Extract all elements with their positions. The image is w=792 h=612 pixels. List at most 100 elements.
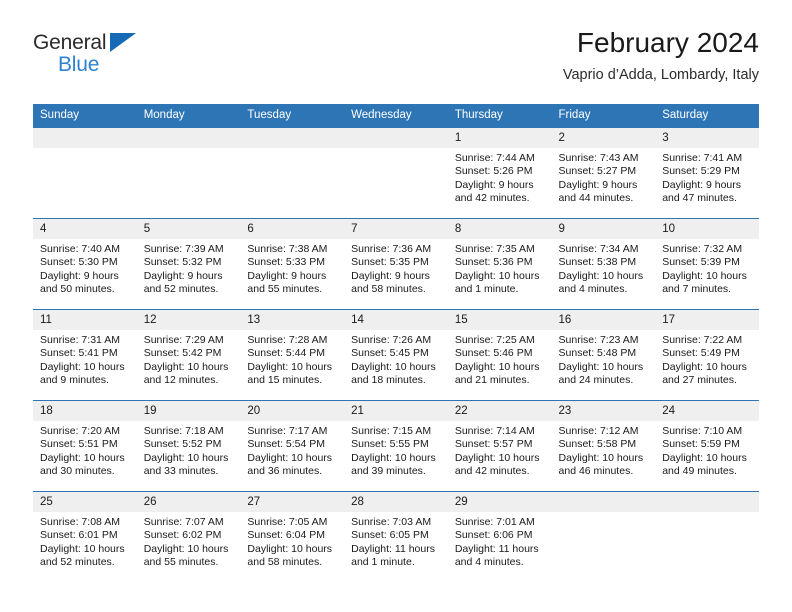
calendar-day-cell[interactable]: 1 Sunrise: 7:44 AM Sunset: 5:26 PM Daylight… — [447, 128, 552, 219]
day-daylight-line1-text: Daylight: 10 hours — [351, 451, 436, 464]
day-sunrise-text: Sunrise: 7:34 AM — [558, 243, 639, 255]
day-daylight-line2-text: and 18 minutes. — [351, 374, 426, 387]
day-sunset-text: Sunset: 6:04 PM — [247, 529, 326, 542]
day-sunset-text: Sunset: 5:33 PM — [247, 256, 326, 269]
calendar-day-cell[interactable]: 28 Sunrise: 7:03 AM Sunset: 6:05 PM Dayligh… — [344, 491, 448, 582]
calendar-day-cell[interactable]: 9 Sunrise: 7:34 AM Sunset: 5:38 PM Daylight… — [551, 218, 656, 310]
day-number — [551, 492, 656, 512]
day-sunset-text: Sunset: 5:35 PM — [351, 256, 429, 269]
day-sunset-text: Sunset: 5:57 PM — [454, 438, 533, 451]
day-daylight-line1-text: Daylight: 10 hours — [40, 360, 125, 373]
calendar-day-cell[interactable]: 7 Sunrise: 7:36 AM Sunset: 5:35 PM Daylight… — [344, 218, 448, 310]
calendar-empty-cell — [136, 128, 241, 219]
calendar-day-cell[interactable]: 24 Sunrise: 7:10 AM Sunset: 5:59 PM Dayligh… — [655, 400, 759, 492]
day-details: Sunrise: 7:39 AM Sunset: 5:32 PM Daylight:… — [137, 239, 241, 297]
day-sunset-text: Sunset: 5:45 PM — [351, 347, 429, 360]
day-sunset-text: Sunset: 5:55 PM — [351, 438, 429, 451]
day-sunrise-text: Sunrise: 7:36 AM — [351, 243, 432, 255]
weekday-header-saturday: Saturday — [655, 104, 759, 128]
day-sunrise-text: Sunrise: 7:17 AM — [247, 425, 328, 437]
day-daylight-line1-text: Daylight: 10 hours — [247, 542, 333, 555]
day-daylight-line2-text: and 36 minutes. — [247, 465, 323, 478]
page-title: February 2024 — [576, 27, 759, 58]
day-number — [136, 128, 241, 148]
calendar-day-cell[interactable]: 21 Sunrise: 7:15 AM Sunset: 5:55 PM Dayligh… — [344, 400, 448, 492]
day-daylight-line2-text: and 52 minutes. — [40, 556, 115, 569]
day-number: 24 — [655, 401, 759, 421]
day-sunset-text: Sunset: 5:52 PM — [143, 438, 222, 451]
day-daylight-line1-text: Daylight: 10 hours — [454, 269, 540, 282]
logo-word-blue: Blue — [58, 53, 100, 76]
calendar-day-cell[interactable]: 3 Sunrise: 7:41 AM Sunset: 5:29 PM Daylight… — [655, 128, 759, 219]
day-daylight-line1-text: Daylight: 9 hours — [454, 178, 534, 191]
day-sunset-text: Sunset: 6:05 PM — [351, 529, 429, 542]
calendar-day-cell[interactable]: 20 Sunrise: 7:17 AM Sunset: 5:54 PM Dayligh… — [240, 400, 345, 492]
calendar-day-cell[interactable]: 4 Sunrise: 7:40 AM Sunset: 5:30 PM Daylight… — [33, 218, 137, 310]
day-number — [240, 128, 345, 148]
calendar-day-cell[interactable]: 22 Sunrise: 7:14 AM Sunset: 5:57 PM Dayligh… — [447, 400, 552, 492]
day-number: 6 — [240, 219, 345, 239]
calendar-day-cell[interactable]: 25 Sunrise: 7:08 AM Sunset: 6:01 PM Dayligh… — [33, 491, 137, 582]
calendar-day-cell[interactable]: 27 Sunrise: 7:05 AM Sunset: 6:04 PM Dayligh… — [240, 491, 345, 582]
day-daylight-line1-text: Daylight: 10 hours — [558, 451, 644, 464]
day-details: Sunrise: 7:03 AM Sunset: 6:05 PM Daylight:… — [344, 512, 448, 570]
day-daylight-line1-text: Daylight: 10 hours — [247, 451, 333, 464]
generalblue-logo[interactable]: General Blue — [33, 26, 153, 84]
day-daylight-line1-text: Daylight: 11 hours — [454, 542, 539, 555]
day-details: Sunrise: 7:12 AM Sunset: 5:58 PM Daylight:… — [552, 421, 656, 479]
day-details: Sunrise: 7:07 AM Sunset: 6:02 PM Daylight:… — [137, 512, 241, 570]
day-number: 7 — [344, 219, 448, 239]
day-daylight-line1-text: Daylight: 10 hours — [143, 360, 229, 373]
calendar-day-cell[interactable]: 23 Sunrise: 7:12 AM Sunset: 5:58 PM Dayligh… — [551, 400, 656, 492]
day-details: Sunrise: 7:28 AM Sunset: 5:44 PM Daylight:… — [240, 330, 344, 388]
day-sunrise-text: Sunrise: 7:31 AM — [40, 334, 120, 346]
calendar-day-cell[interactable]: 2 Sunrise: 7:43 AM Sunset: 5:27 PM Daylight… — [551, 128, 656, 219]
day-sunrise-text: Sunrise: 7:43 AM — [558, 152, 639, 164]
day-number: 13 — [240, 310, 345, 330]
day-daylight-line2-text: and 55 minutes. — [143, 556, 219, 569]
calendar-day-cell[interactable]: 29 Sunrise: 7:01 AM Sunset: 6:06 PM Dayligh… — [447, 491, 552, 582]
day-daylight-line1-text: Daylight: 10 hours — [662, 360, 747, 373]
day-sunrise-text: Sunrise: 7:25 AM — [454, 334, 535, 346]
day-details: Sunrise: 7:18 AM Sunset: 5:52 PM Daylight:… — [137, 421, 241, 479]
title-block: February 2024 Vaprio d’Adda, Lombardy, I… — [563, 26, 759, 85]
calendar-day-cell[interactable]: 11 Sunrise: 7:31 AM Sunset: 5:41 PM Dayligh… — [33, 309, 137, 401]
day-daylight-line1-text: Daylight: 10 hours — [454, 360, 540, 373]
day-sunrise-text: Sunrise: 7:10 AM — [662, 425, 743, 437]
day-sunset-text: Sunset: 5:46 PM — [454, 347, 533, 360]
calendar-day-cell[interactable]: 19 Sunrise: 7:18 AM Sunset: 5:52 PM Dayligh… — [136, 400, 241, 492]
calendar-empty-cell — [33, 128, 137, 219]
day-number: 8 — [447, 219, 552, 239]
day-sunset-text: Sunset: 5:29 PM — [662, 165, 740, 178]
day-sunrise-text: Sunrise: 7:23 AM — [558, 334, 639, 346]
day-daylight-line2-text: and 4 minutes. — [454, 556, 524, 569]
day-number: 15 — [447, 310, 552, 330]
day-daylight-line2-text: and 55 minutes. — [247, 283, 323, 296]
calendar-day-cell[interactable]: 6 Sunrise: 7:38 AM Sunset: 5:33 PM Daylight… — [240, 218, 345, 310]
calendar-day-cell[interactable]: 26 Sunrise: 7:07 AM Sunset: 6:02 PM Dayligh… — [136, 491, 241, 582]
day-daylight-line2-text: and 9 minutes. — [40, 374, 109, 387]
calendar-day-cell[interactable]: 17 Sunrise: 7:22 AM Sunset: 5:49 PM Dayligh… — [655, 309, 759, 401]
calendar-day-cell[interactable]: 15 Sunrise: 7:25 AM Sunset: 5:46 PM Dayligh… — [447, 309, 552, 401]
day-sunset-text: Sunset: 5:38 PM — [558, 256, 637, 269]
day-sunset-text: Sunset: 5:30 PM — [40, 256, 118, 269]
day-sunset-text: Sunset: 6:01 PM — [40, 529, 118, 542]
calendar-day-cell[interactable]: 5 Sunrise: 7:39 AM Sunset: 5:32 PM Daylight… — [136, 218, 241, 310]
day-number: 3 — [655, 128, 759, 148]
calendar-day-cell[interactable]: 10 Sunrise: 7:32 AM Sunset: 5:39 PM Dayligh… — [655, 218, 759, 310]
day-daylight-line2-text: and 27 minutes. — [662, 374, 737, 387]
day-details: Sunrise: 7:14 AM Sunset: 5:57 PM Daylight:… — [448, 421, 552, 479]
day-number: 25 — [33, 492, 137, 512]
day-details: Sunrise: 7:15 AM Sunset: 5:55 PM Daylight:… — [344, 421, 448, 479]
day-daylight-line2-text: and 52 minutes. — [143, 283, 219, 296]
day-number: 18 — [33, 401, 137, 421]
calendar-day-cell[interactable]: 14 Sunrise: 7:26 AM Sunset: 5:45 PM Dayligh… — [344, 309, 448, 401]
calendar-day-cell[interactable]: 13 Sunrise: 7:28 AM Sunset: 5:44 PM Dayligh… — [240, 309, 345, 401]
calendar-day-cell[interactable]: 18 Sunrise: 7:20 AM Sunset: 5:51 PM Dayligh… — [33, 400, 137, 492]
calendar-day-cell[interactable]: 12 Sunrise: 7:29 AM Sunset: 5:42 PM Dayligh… — [136, 309, 241, 401]
calendar-day-cell[interactable]: 16 Sunrise: 7:23 AM Sunset: 5:48 PM Dayligh… — [551, 309, 656, 401]
calendar-day-cell[interactable]: 8 Sunrise: 7:35 AM Sunset: 5:36 PM Daylight… — [447, 218, 552, 310]
day-number: 10 — [655, 219, 759, 239]
weekday-header-sunday: Sunday — [33, 104, 137, 128]
day-number: 23 — [551, 401, 656, 421]
